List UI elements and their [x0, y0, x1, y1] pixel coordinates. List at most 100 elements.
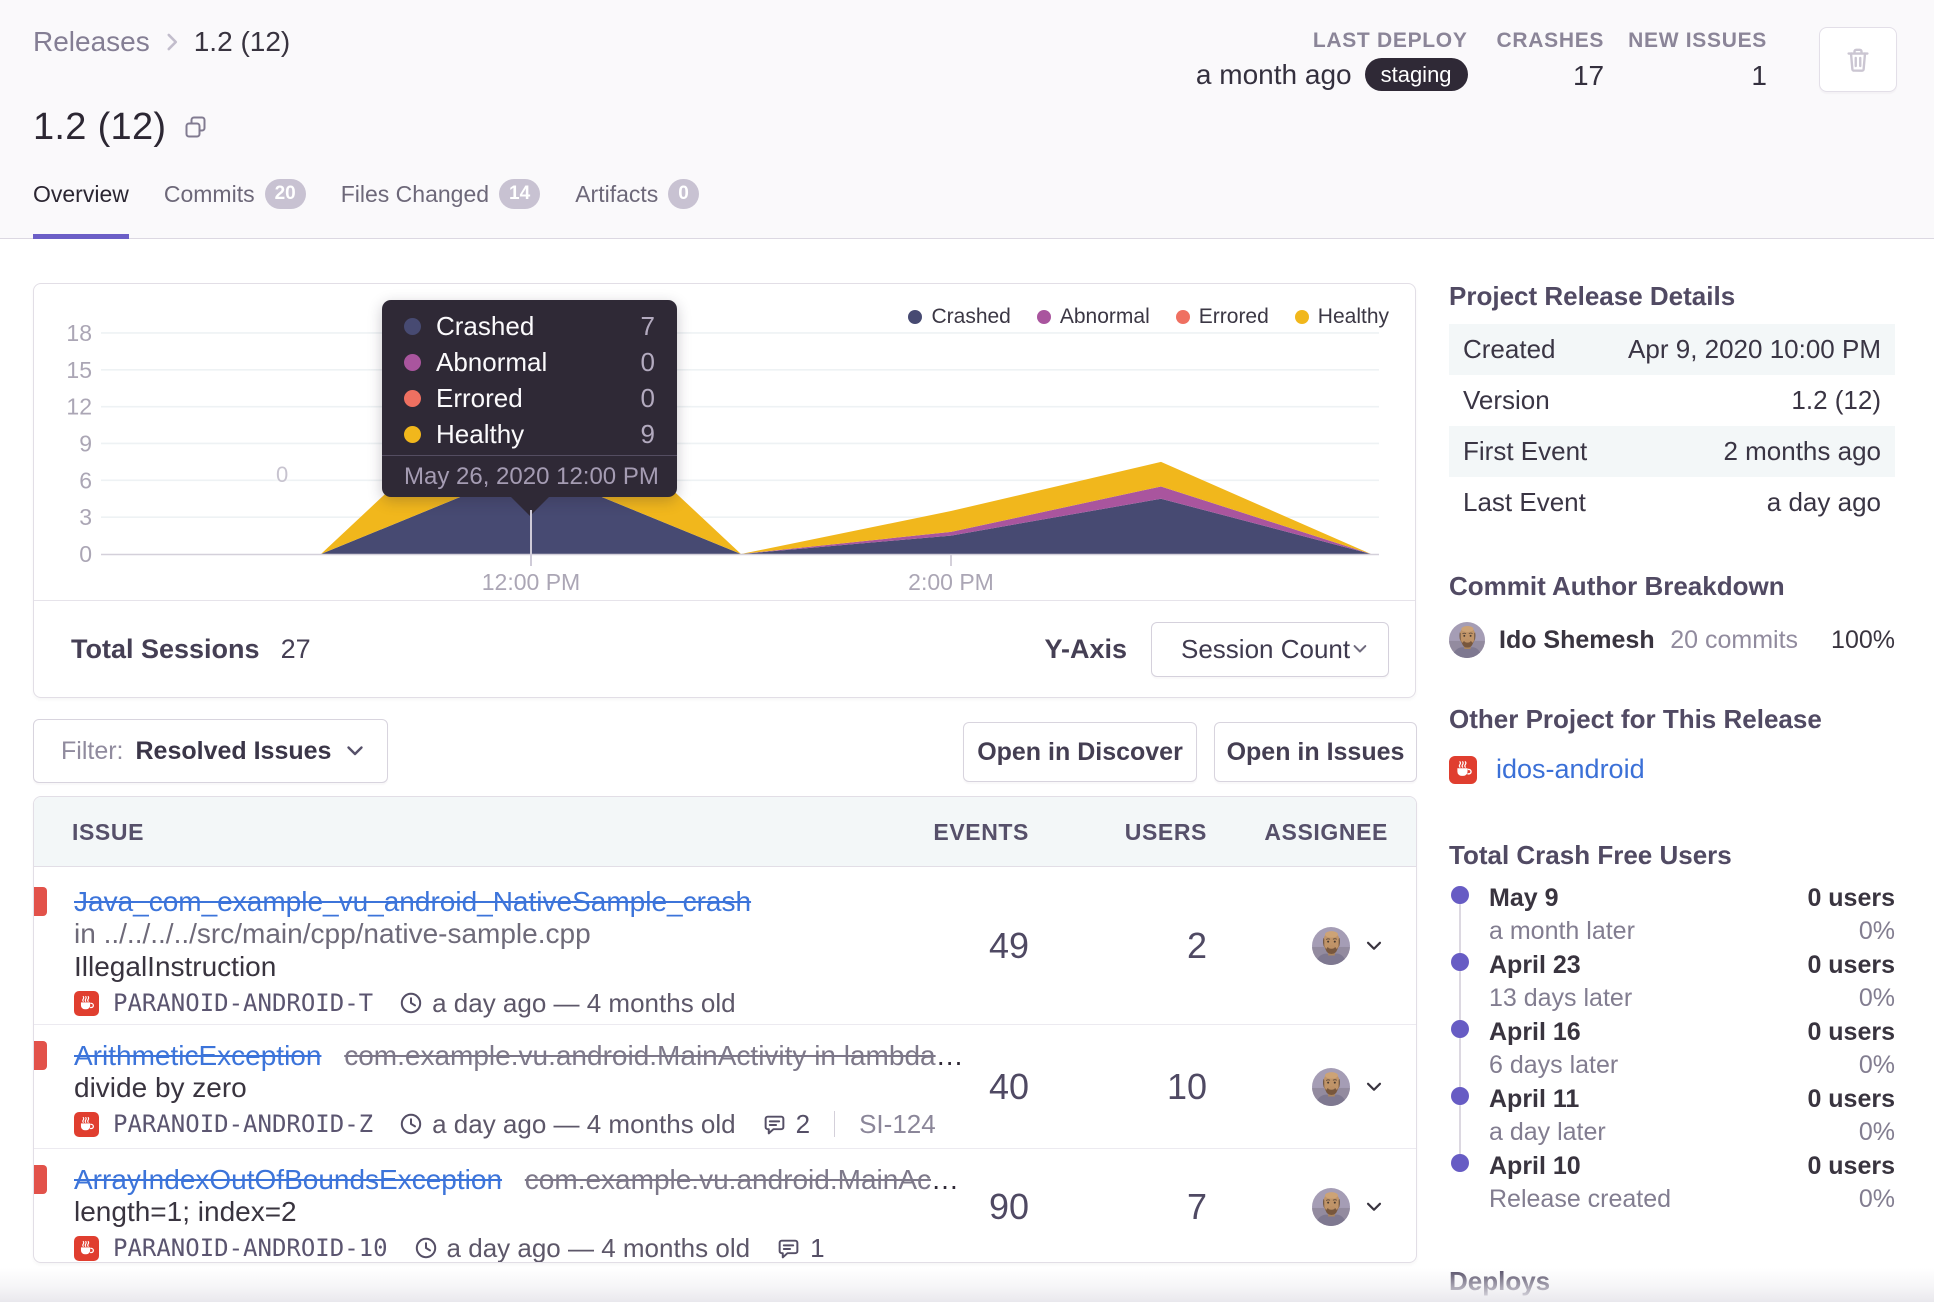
- copy-icon[interactable]: [182, 114, 209, 141]
- open-in-issues-button[interactable]: Open in Issues: [1214, 722, 1417, 782]
- section-heading-crash-free-users: Total Crash Free Users: [1449, 840, 1732, 870]
- tooltip-series-value: 7: [640, 310, 655, 341]
- chevron-down-icon: [343, 739, 367, 763]
- y-axis-selected-value: Session Count: [1181, 633, 1351, 664]
- chart-footer: Total Sessions 27 Y-Axis Session Count: [34, 600, 1415, 697]
- meta-divider: [834, 1111, 836, 1137]
- author-avatar: [1449, 622, 1485, 658]
- y-axis-select[interactable]: Session Count: [1151, 621, 1389, 677]
- tab-label: Artifacts: [575, 180, 659, 207]
- crashes-label: CRASHES: [1496, 29, 1605, 52]
- section-heading-release-details: Project Release Details: [1449, 281, 1736, 311]
- tab-bar: Overview Commits 20 Files Changed 14 Artifact…: [33, 179, 699, 239]
- svg-text:0: 0: [79, 541, 92, 567]
- timeline-users: 0 users: [1807, 884, 1895, 912]
- detail-row-created: Created Apr 9, 2020 10:00 PM: [1449, 324, 1895, 375]
- legend-label: Crashed: [931, 305, 1011, 328]
- assignee-avatar: [1312, 1188, 1350, 1226]
- legend-item-abnormal[interactable]: Abnormal: [1036, 305, 1150, 329]
- assignee-dropdown[interactable]: [1312, 1068, 1385, 1106]
- legend-label: Healthy: [1317, 305, 1389, 328]
- svg-text:15: 15: [66, 357, 92, 383]
- tooltip-series-value: 0: [640, 382, 655, 413]
- author-commit-count: 20 commits: [1670, 625, 1799, 654]
- issue-level-indicator: [34, 1041, 47, 1070]
- issue-location: in ../../../../src/main/cpp/native-sampl…: [74, 918, 591, 949]
- y-axis-label: Y-Axis: [1044, 633, 1127, 664]
- timeline-percent: 0%: [1858, 1051, 1895, 1079]
- issue-annotation[interactable]: SI-124: [859, 1109, 936, 1140]
- issue-short-id: PARANOID-ANDROID-Z: [113, 1110, 374, 1138]
- tooltip-series-dot: [404, 317, 421, 335]
- issue-events-count: 90: [988, 1185, 1029, 1227]
- svg-text:9: 9: [79, 430, 92, 456]
- tooltip-divider: [382, 455, 677, 456]
- coffee-icon: [77, 994, 96, 1013]
- tab-label: Commits: [163, 180, 255, 207]
- breadcrumb-releases-link[interactable]: Releases: [33, 26, 150, 58]
- issue-events-count: 49: [988, 924, 1029, 966]
- issues-table-header: ISSUE EVENTS USERS ASSIGNEE: [34, 797, 1416, 867]
- issue-title-link[interactable]: ArrayIndexOutOfBoundsException: [74, 1164, 502, 1195]
- author-name: Ido Shemesh: [1499, 625, 1655, 654]
- detail-value: 2 months ago: [1723, 436, 1881, 466]
- new-issues-label: NEW ISSUES: [1628, 29, 1767, 52]
- chevron-down-icon: [1350, 637, 1370, 661]
- issue-comment-count: 1: [810, 1232, 825, 1263]
- environment-badge: staging: [1364, 58, 1468, 91]
- project-avatar: [1449, 755, 1477, 784]
- clock-icon: [399, 1112, 423, 1136]
- assignee-dropdown[interactable]: [1312, 1188, 1385, 1226]
- timeline-note: 13 days later: [1489, 984, 1633, 1012]
- tab-overview[interactable]: Overview: [33, 179, 129, 239]
- tab-files-changed[interactable]: Files Changed 14: [341, 179, 541, 239]
- breadcrumb: Releases 1.2 (12): [33, 26, 290, 58]
- detail-row-last-event: Last Event a day ago: [1449, 477, 1895, 528]
- chart-legend: Crashed Abnormal Errored Healthy: [908, 305, 1389, 329]
- timeline-users: 0 users: [1807, 1152, 1895, 1180]
- tab-count-badge: 20: [264, 179, 306, 209]
- tab-artifacts[interactable]: Artifacts 0: [575, 179, 699, 239]
- svg-text:18: 18: [66, 320, 92, 346]
- timeline-percent: 0%: [1858, 1185, 1895, 1213]
- section-heading-commit-authors: Commit Author Breakdown: [1449, 571, 1785, 601]
- other-project-link[interactable]: idos-android: [1496, 754, 1645, 785]
- issue-level-indicator: [34, 1165, 47, 1194]
- issue-users-count: 10: [1166, 1065, 1207, 1107]
- detail-label: Version: [1463, 385, 1550, 415]
- legend-dot: [1294, 310, 1309, 324]
- new-issues-value: 1: [1751, 60, 1767, 91]
- issue-title-link[interactable]: Java_com_example_vu_android_NativeSample…: [74, 886, 751, 917]
- delete-release-button[interactable]: [1819, 27, 1897, 92]
- tooltip-series-name: Healthy: [436, 418, 525, 449]
- issues-filter-dropdown[interactable]: Filter: Resolved Issues: [33, 719, 389, 783]
- tab-commits[interactable]: Commits 20: [164, 179, 306, 239]
- timeline-note: a day later: [1489, 1118, 1606, 1146]
- issues-table-body: Java_com_example_vu_android_NativeSample…: [34, 867, 1416, 1263]
- tooltip-series-name: Errored: [436, 382, 523, 413]
- assignee-dropdown[interactable]: [1312, 927, 1385, 965]
- crash-free-timeline: May 9a month later 0 users 0% April 23 13 da…: [1449, 885, 1895, 1220]
- open-in-discover-button[interactable]: Open in Discover: [963, 722, 1197, 782]
- timeline-item-april-10: April 10 Release created 0 users 0%: [1449, 1153, 1895, 1220]
- tooltip-series-dot: [404, 353, 421, 371]
- new-issues-stat: NEW ISSUES 1: [1628, 27, 1767, 91]
- legend-item-healthy[interactable]: Healthy: [1294, 305, 1389, 329]
- tooltip-guide-line: [530, 510, 532, 566]
- legend-dot: [1175, 310, 1190, 324]
- detail-label: Created: [1463, 334, 1556, 364]
- column-header-assignee: ASSIGNEE: [1264, 819, 1388, 845]
- legend-item-crashed[interactable]: Crashed: [908, 305, 1011, 329]
- legend-item-errored[interactable]: Errored: [1175, 305, 1269, 329]
- detail-label: First Event: [1463, 436, 1588, 466]
- chevron-down-icon: [1363, 935, 1385, 957]
- coffee-icon: [77, 1115, 96, 1134]
- issue-row: Java_com_example_vu_android_NativeSample…: [34, 867, 1416, 1025]
- issue-title-link[interactable]: ArithmeticException: [74, 1040, 321, 1071]
- clock-icon: [399, 991, 423, 1015]
- last-deploy-label: LAST DEPLOY: [1312, 29, 1468, 52]
- tooltip-date: May 26, 2020 12:00 PM: [404, 463, 659, 490]
- coffee-icon: [1453, 759, 1474, 780]
- tab-label: Overview: [33, 180, 129, 207]
- sessions-area-chart[interactable]: 0 3 6 9 12 15 18 12:00 PM 2:00 PM: [34, 284, 1415, 600]
